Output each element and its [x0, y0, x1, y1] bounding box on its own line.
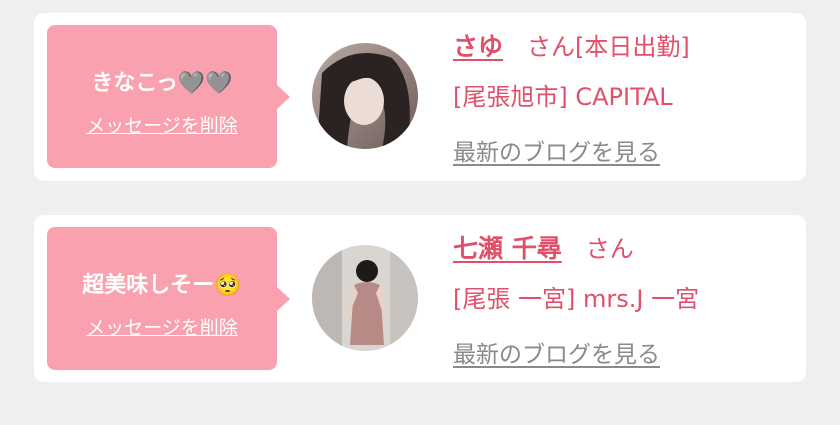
avatar[interactable]: [312, 43, 418, 149]
name-row: 七瀬 千尋 さん: [453, 229, 634, 265]
cast-name-link[interactable]: さゆ: [453, 32, 503, 61]
delete-message-link[interactable]: メッセージを削除: [47, 111, 277, 138]
message-bubble: 超美味しそー🥺 メッセージを削除: [47, 227, 290, 370]
message-text: 超美味しそー🥺: [82, 273, 242, 298]
message-card: きなこっ🩶🩶 メッセージを削除 さゆ さん[本日出勤] [尾張旭市] CAPITA…: [34, 13, 806, 181]
honorific: さん: [527, 33, 576, 61]
shop-info: [尾張 一宮] mrs.J 一宮: [453, 285, 700, 313]
blog-link[interactable]: 最新のブログを見る: [453, 133, 660, 167]
name-row: さゆ さん[本日出勤]: [453, 27, 690, 63]
status-tag: [本日出勤]: [575, 33, 690, 61]
honorific: さん: [585, 235, 634, 263]
message-bubble: きなこっ🩶🩶 メッセージを削除: [47, 25, 290, 168]
blog-link[interactable]: 最新のブログを見る: [453, 335, 660, 369]
avatar[interactable]: [312, 245, 418, 351]
message-text: きなこっ🩶🩶: [91, 71, 233, 96]
message-card: 超美味しそー🥺 メッセージを削除 七瀬 千尋 さん [尾張 一宮] mrs.J 一…: [34, 215, 806, 382]
delete-message-link[interactable]: メッセージを削除: [47, 313, 277, 340]
shop-info: [尾張旭市] CAPITAL: [453, 83, 673, 111]
cast-name-link[interactable]: 七瀬 千尋: [453, 234, 562, 263]
